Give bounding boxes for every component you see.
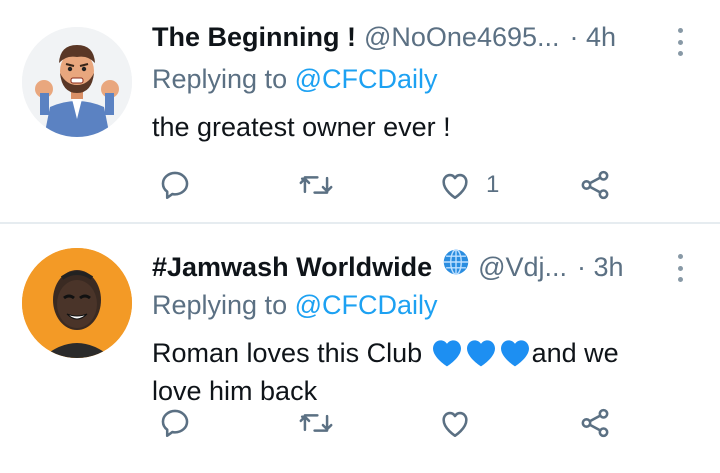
tweet-actions — [152, 403, 660, 443]
timestamp[interactable]: · 3h — [577, 252, 624, 283]
more-icon[interactable] — [670, 254, 690, 282]
tweet-actions: 1 — [152, 165, 660, 205]
display-name[interactable]: The Beginning ! — [152, 22, 356, 53]
tweet-text: Roman loves this Club and we love him ba… — [152, 334, 672, 410]
more-icon[interactable] — [670, 28, 690, 56]
blue-heart-icon — [466, 340, 495, 367]
user-handle[interactable]: @Vdj... — [478, 252, 567, 283]
blue-heart-icon — [432, 340, 461, 367]
blue-heart-icon — [500, 340, 529, 367]
like-count: 1 — [486, 171, 500, 198]
like-button[interactable] — [438, 403, 472, 443]
tweet[interactable]: The Beginning ! @NoOne4695... · 4h Reply… — [0, 0, 720, 224]
tweet-header: The Beginning ! @NoOne4695... · 4h — [152, 22, 690, 62]
share-icon — [581, 408, 609, 438]
avatar-illustration — [22, 27, 132, 137]
replying-to-label: Replying to — [152, 64, 295, 94]
replying-to: Replying to @CFCDaily — [152, 64, 690, 102]
reply-button[interactable] — [158, 403, 192, 443]
retweet-button[interactable] — [298, 403, 334, 443]
replying-to-link[interactable]: @CFCDaily — [295, 290, 438, 320]
retweet-icon — [299, 176, 333, 194]
reply-icon — [161, 171, 189, 200]
retweet-icon — [299, 414, 333, 432]
like-icon — [442, 173, 468, 200]
replying-to-link[interactable]: @CFCDaily — [295, 64, 438, 94]
globe-icon — [443, 249, 469, 275]
avatar[interactable] — [22, 27, 132, 137]
replying-to: Replying to @CFCDaily — [152, 290, 690, 328]
display-name[interactable]: #Jamwash Worldwide — [152, 252, 432, 283]
avatar[interactable] — [22, 248, 132, 358]
user-handle[interactable]: @NoOne4695... — [364, 22, 560, 53]
share-icon — [581, 170, 609, 200]
share-button[interactable] — [578, 165, 612, 205]
reply-icon — [161, 409, 189, 438]
timestamp[interactable]: · 4h — [570, 22, 617, 53]
tweet-header: #Jamwash Worldwide @Vdj... · 3h — [152, 248, 690, 288]
avatar-illustration — [22, 248, 132, 358]
share-button[interactable] — [578, 403, 612, 443]
tweet[interactable]: #Jamwash Worldwide @Vdj... · 3h Replying… — [0, 224, 720, 473]
tweet-text-start: Roman loves this Club — [152, 338, 430, 368]
tweet-text: the greatest owner ever ! — [152, 112, 451, 142]
replying-to-label: Replying to — [152, 290, 295, 320]
like-icon — [442, 411, 468, 438]
reply-button[interactable] — [158, 165, 192, 205]
retweet-button[interactable] — [298, 165, 334, 205]
like-button[interactable]: 1 — [438, 165, 499, 205]
tweet-content: The Beginning ! @NoOne4695... · 4h Reply… — [152, 22, 690, 146]
tweet-content: #Jamwash Worldwide @Vdj... · 3h Replying… — [152, 248, 690, 410]
